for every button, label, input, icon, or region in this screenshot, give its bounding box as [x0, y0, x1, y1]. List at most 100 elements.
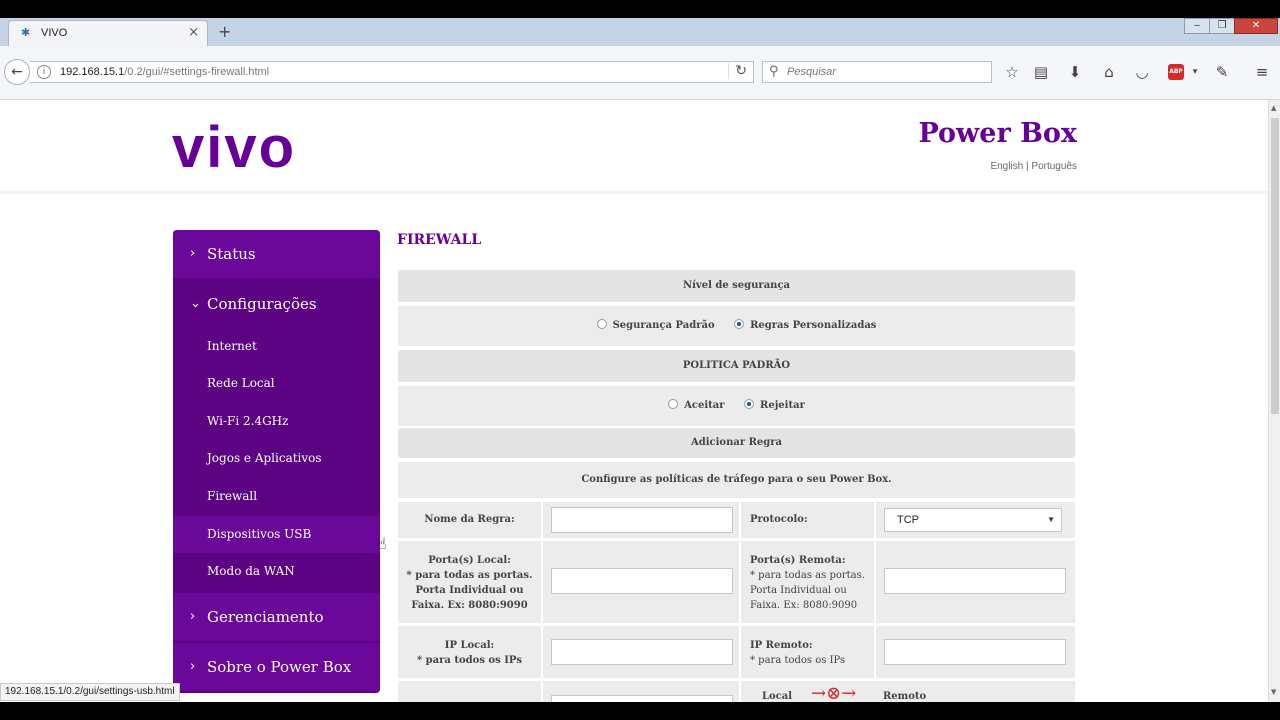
sidebar-sub-item[interactable]: Rede Local	[173, 365, 380, 402]
sidebar-item-label: Sobre o Power Box	[207, 658, 352, 676]
nome-regra-cell	[543, 502, 739, 538]
porta-remota-hint: * para todas as portas. Porta Individual…	[750, 570, 865, 611]
navigation-toolbar: ← i 192.168.15.1/0.2/gui/#settings-firew…	[0, 46, 1280, 100]
dropdown-arrow-icon: ▼	[1047, 515, 1055, 524]
protocolo-select[interactable]: TCP ▼	[884, 508, 1062, 532]
extension-icon[interactable]: ✎	[1212, 64, 1232, 80]
pocket-icon[interactable]: ◡	[1132, 64, 1152, 80]
scrollbar-thumb[interactable]	[1271, 118, 1279, 414]
protocolo-label-text: Protocolo:	[750, 514, 808, 525]
sidebar-item-sobre[interactable]: › Sobre o Power Box	[173, 643, 380, 691]
new-tab-button[interactable]: +	[218, 22, 231, 41]
porta-remota-input[interactable]	[884, 568, 1066, 594]
nome-regra-label-text: Nome da Regra:	[424, 514, 515, 525]
vivo-logo[interactable]: vivo	[172, 114, 296, 181]
tab-close-icon[interactable]: ×	[188, 25, 199, 40]
sidebar-item-label: Gerenciamento	[207, 608, 324, 626]
sidebar-sub-item[interactable]: Firewall	[173, 478, 380, 515]
chevron-right-icon: ›	[190, 609, 196, 624]
porta-remota-label: Porta(s) Remota: * para todas as portas.…	[741, 541, 874, 623]
ip-remoto-label-text: IP Remoto:	[750, 640, 813, 651]
page-scrollbar[interactable]: ▲ ▼	[1268, 100, 1280, 702]
protocolo-value: TCP	[897, 514, 919, 526]
nivel-options: Segurança Padrão Regras Personalizadas	[398, 306, 1075, 346]
bookmarks-menu-icon[interactable]: ▤	[1031, 64, 1051, 80]
sidebar-item-status[interactable]: › Status	[173, 230, 380, 278]
scroll-down-icon[interactable]: ▼	[1271, 688, 1276, 696]
downloads-icon[interactable]: ⬇	[1065, 64, 1085, 80]
sidebar-item-label: Status	[207, 245, 256, 263]
blocked-direction-icon: →⊗→	[811, 683, 857, 702]
partial-row-label	[398, 681, 541, 702]
hamburger-menu-icon[interactable]: ≡	[1252, 64, 1272, 80]
status-url-tooltip: 192.168.15.1/0.2/gui/settings-usb.html	[0, 683, 180, 701]
sidebar-sub-item[interactable]: Jogos e Aplicativos	[173, 440, 380, 477]
porta-local-hint: * para todas as portas. Porta Individual…	[406, 570, 533, 611]
bookmark-star-icon[interactable]: ☆	[1002, 64, 1022, 80]
screen-bottom-border	[0, 702, 1280, 720]
search-bar[interactable]: ⚲ Pesquisar	[762, 61, 992, 83]
vivo-favicon-icon: ✱	[21, 26, 31, 39]
ip-remoto-label: IP Remoto: * para todos os IPs	[741, 626, 874, 678]
browser-tab[interactable]: ✱ VIVO ×	[8, 20, 208, 46]
direction-local-label: Local	[762, 691, 793, 702]
sidebar-sub-item[interactable]: Internet	[173, 328, 380, 365]
search-icon: ⚲	[769, 64, 779, 79]
nome-regra-label: Nome da Regra:	[398, 502, 541, 538]
nome-regra-input[interactable]	[551, 507, 733, 533]
url-bar[interactable]: i 192.168.15.1/0.2/gui/#settings-firewal…	[30, 61, 754, 83]
direction-remoto-label: Remoto	[883, 691, 927, 702]
url-host: 192.168.15.1	[60, 66, 125, 78]
restore-button[interactable]: ❐	[1209, 18, 1235, 34]
porta-remota-label-text: Porta(s) Remota:	[750, 555, 846, 566]
radio-seguranca-padrao[interactable]	[596, 319, 607, 329]
ip-local-label-text: IP Local:	[444, 640, 495, 651]
label-aceitar: Aceitar	[684, 400, 725, 411]
window-close-button[interactable]: ✕	[1234, 18, 1278, 34]
sidebar: › Status ⌄ Configurações Internet Rede Loc…	[173, 230, 380, 693]
protocolo-label: Protocolo:	[741, 502, 874, 538]
lang-english-link[interactable]: English	[990, 161, 1023, 172]
direction-cell: Local →⊗→ Remoto	[741, 681, 1075, 702]
partial-input[interactable]	[551, 695, 733, 702]
tab-title: VIVO	[41, 27, 68, 39]
porta-local-cell	[543, 541, 739, 623]
protocolo-cell: TCP ▼	[876, 502, 1075, 538]
radio-rejeitar[interactable]	[744, 399, 755, 409]
web-page: vivo Power Box English | Português › Stat…	[0, 100, 1268, 702]
label-rejeitar: Rejeitar	[760, 400, 805, 411]
porta-remota-cell	[876, 541, 1075, 623]
porta-local-input[interactable]	[551, 568, 733, 594]
scroll-up-icon[interactable]: ▲	[1271, 104, 1276, 112]
radio-aceitar[interactable]	[668, 399, 679, 409]
home-icon[interactable]: ⌂	[1099, 64, 1119, 80]
sidebar-item-configuracoes[interactable]: ⌄ Configurações	[173, 280, 380, 328]
tab-strip: ✱ VIVO × + ‒ ❐ ✕	[0, 18, 1280, 46]
site-info-icon[interactable]: i	[37, 65, 51, 79]
url-text: 192.168.15.1/0.2/gui/#settings-firewall.…	[60, 66, 269, 78]
ip-local-input[interactable]	[551, 639, 733, 665]
url-path: /0.2/gui/#settings-firewall.html	[124, 66, 270, 78]
radio-regras-personalizadas[interactable]	[734, 319, 745, 329]
politica-options: Aceitar Rejeitar	[398, 386, 1075, 426]
back-button[interactable]: ←	[4, 59, 30, 85]
label-regras-personalizadas: Regras Personalizadas	[750, 320, 877, 331]
sidebar-sub-item[interactable]: Wi-Fi 2.4GHz	[173, 403, 380, 440]
lang-portugues-link[interactable]: Português	[1031, 161, 1077, 172]
ip-remoto-input[interactable]	[884, 639, 1066, 665]
porta-local-label-text: Porta(s) Local:	[428, 555, 511, 566]
reload-icon[interactable]: ↻	[728, 63, 747, 79]
sidebar-sub-item[interactable]: Modo da WAN	[173, 553, 380, 590]
chevron-right-icon: ›	[190, 659, 196, 674]
sidebar-item-gerenciamento[interactable]: › Gerenciamento	[173, 593, 380, 641]
adblock-dropdown-icon[interactable]: ▾	[1185, 64, 1205, 80]
ip-local-hint: * para todos os IPs	[416, 655, 523, 666]
power-box-title: Power Box	[918, 118, 1077, 149]
adblock-icon[interactable]: ABP	[1168, 64, 1184, 80]
ip-remoto-cell	[876, 626, 1075, 678]
minimize-button[interactable]: ‒	[1184, 18, 1210, 34]
sidebar-sub-item[interactable]: Dispositivos USB	[173, 516, 380, 553]
page-header: vivo Power Box English | Português	[0, 100, 1268, 194]
page-title: FIREWALL	[397, 232, 482, 248]
politica-header: POLITICA PADRÃO	[398, 350, 1075, 382]
